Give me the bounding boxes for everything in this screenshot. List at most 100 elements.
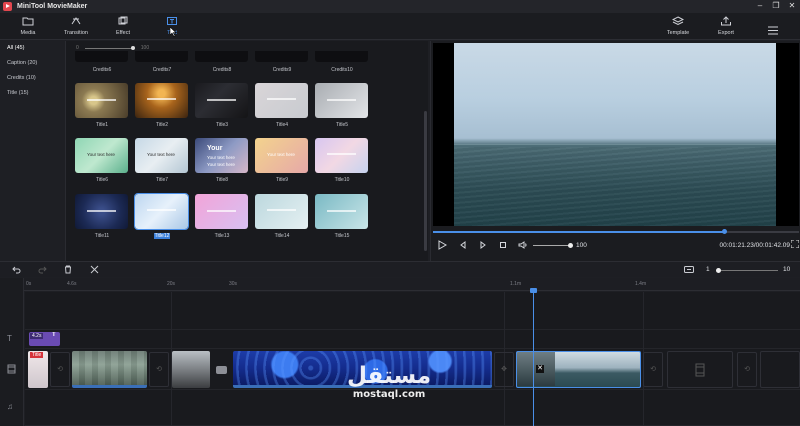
title-template-tile[interactable]: Your text here [255, 138, 308, 173]
title-template-tile[interactable] [134, 193, 189, 230]
hamburger-menu-icon[interactable] [768, 22, 778, 40]
empty-clip-slot[interactable] [760, 351, 800, 388]
effect-label: Effect [116, 30, 130, 36]
video-clip-sea-selected[interactable]: ✕ [516, 351, 641, 388]
progress-knob[interactable] [721, 229, 727, 234]
effect-button[interactable]: Effect [103, 16, 143, 36]
title-clip[interactable]: Title [28, 351, 48, 388]
preview-panel: 100 00:01:21.23/00:01:42.09 [430, 41, 800, 261]
volume-slider[interactable] [533, 243, 573, 248]
video-clip-street[interactable] [172, 351, 210, 388]
credits-label: Credits6 [92, 67, 112, 73]
title-template-tile[interactable] [315, 138, 368, 173]
slider-track[interactable] [84, 45, 135, 50]
credits-thumbnail[interactable] [255, 51, 308, 62]
tile-text-large: Your [207, 145, 223, 152]
tile-text-small: Your text here [147, 152, 175, 157]
nav-item-all[interactable]: All (45) [0, 41, 65, 56]
fullscreen-icon[interactable] [790, 239, 800, 250]
close-icon[interactable]: ✕ [788, 1, 796, 11]
title-template-tile[interactable] [75, 194, 128, 229]
transition-slot[interactable]: ⟲ [737, 352, 757, 387]
redo-icon[interactable] [38, 265, 47, 277]
transition-icon [70, 16, 82, 26]
nav-item-credits[interactable]: Credits (10) [0, 71, 65, 86]
timeline-ruler[interactable]: 0s 4.6s 20s 30s 1.1m 1.4m [24, 278, 800, 291]
title-template-tile[interactable] [195, 83, 248, 118]
ruler-label: 4.6s [67, 281, 77, 287]
title-template-tile[interactable] [135, 83, 188, 118]
progress-fill [433, 231, 724, 233]
library-scrollbar[interactable] [424, 111, 427, 251]
clip-close-icon[interactable]: ✕ [536, 365, 544, 373]
app-window: MiniTool MovieMaker – ❐ ✕ Media Transiti… [0, 0, 800, 426]
delete-icon[interactable] [64, 265, 72, 277]
transition-marker[interactable] [216, 366, 227, 374]
tile-text-line [267, 209, 296, 211]
tile-text-line [207, 210, 236, 212]
title-clip-label: Title [30, 352, 44, 358]
title-template-tile[interactable] [75, 83, 128, 118]
transition-button[interactable]: Transition [56, 16, 96, 36]
credits-thumbnail[interactable] [75, 51, 128, 62]
split-icon[interactable] [90, 265, 99, 277]
title-template-label: Title9 [275, 177, 289, 183]
window-controls: – ❐ ✕ [756, 1, 796, 11]
nav-item-title[interactable]: Title (15) [0, 86, 65, 101]
next-frame-icon[interactable] [479, 240, 487, 253]
transition-slot[interactable]: ⟲ [643, 352, 663, 387]
template-button[interactable]: Template [658, 16, 698, 36]
particles-pattern [233, 351, 492, 385]
slider-knob[interactable] [130, 45, 135, 50]
tile-text-small: Your text here [267, 152, 295, 157]
credits-label: Credits8 [212, 67, 232, 73]
title-template-label: Title4 [275, 122, 289, 128]
undo-icon[interactable] [12, 265, 21, 277]
tile-text-line [87, 99, 116, 101]
mouse-cursor-icon [169, 24, 177, 42]
restore-icon[interactable]: ❐ [772, 1, 780, 11]
zoom-knob[interactable] [716, 268, 721, 273]
empty-clip-slot[interactable] [667, 351, 733, 388]
video-clip-coast[interactable] [72, 351, 147, 388]
tile-text-small: Your text here [87, 152, 115, 157]
transition-slot[interactable]: ⟲ [50, 352, 70, 387]
fit-timeline-icon[interactable] [684, 265, 694, 277]
previous-frame-icon[interactable] [459, 240, 467, 253]
app-logo-icon [3, 2, 12, 11]
credits-thumbnail[interactable] [135, 51, 188, 62]
title-template-tile[interactable] [255, 194, 308, 229]
playhead-line[interactable] [533, 290, 534, 426]
title-template-tile[interactable] [315, 194, 368, 229]
volume-knob[interactable] [568, 243, 573, 248]
nav-item-caption[interactable]: Caption (20) [0, 56, 65, 71]
playback-progress-bar[interactable] [433, 229, 799, 234]
text-clip[interactable]: 4.2s T [29, 332, 60, 346]
timeline-zoom-slider[interactable] [716, 268, 778, 273]
transition-slot[interactable]: ✥ [494, 352, 514, 387]
video-track-icon [7, 364, 16, 376]
title-template-tile[interactable]: Your text here [135, 138, 188, 173]
credits-label: Credits10 [331, 67, 353, 73]
volume-icon[interactable] [518, 240, 528, 253]
play-icon[interactable] [438, 240, 448, 253]
title-template-tile[interactable] [315, 83, 368, 118]
stop-icon[interactable] [499, 240, 507, 253]
title-template-label: Title2 [155, 122, 169, 128]
transition-slot[interactable]: ⟲ [149, 352, 169, 387]
minimize-icon[interactable]: – [756, 1, 764, 11]
text-clip-icon: T [52, 332, 56, 338]
tile-text-line [87, 210, 116, 212]
media-button[interactable]: Media [8, 16, 48, 36]
video-player[interactable] [433, 43, 799, 226]
credits-thumbnail[interactable] [195, 51, 248, 62]
video-clip-blue-particles[interactable] [233, 351, 492, 388]
title-template-tile[interactable]: Your Your text here Your text here [195, 138, 248, 173]
export-button[interactable]: Export [706, 16, 746, 36]
credits-thumbnail[interactable] [315, 51, 368, 62]
export-label: Export [718, 30, 734, 36]
title-template-tile[interactable]: Your text here [75, 138, 128, 173]
tile-text-line [207, 99, 236, 101]
title-template-tile[interactable] [255, 83, 308, 118]
title-template-tile[interactable] [195, 194, 248, 229]
